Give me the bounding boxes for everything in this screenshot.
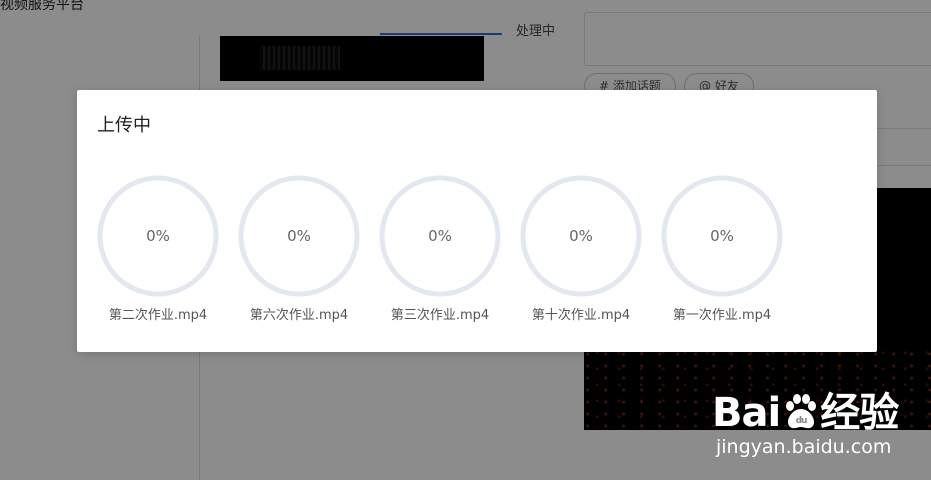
file-name: 第一次作业.mp4 [672, 308, 772, 323]
progress-percent: 0% [428, 227, 452, 245]
progress-percent: 0% [569, 227, 593, 245]
file-name: 第六次作业.mp4 [249, 308, 349, 323]
file-name: 第三次作业.mp4 [390, 308, 490, 323]
progress-percent: 0% [146, 227, 170, 245]
upload-item: 0% 第六次作业.mp4 [238, 175, 360, 323]
progress-percent: 0% [710, 227, 734, 245]
baidu-logo: Bai du 经验 [712, 380, 899, 438]
upload-item: 0% 第十次作业.mp4 [520, 175, 642, 323]
upload-item: 0% 第二次作业.mp4 [97, 175, 219, 323]
watermark-url: jingyan.baidu.com [716, 436, 892, 458]
upload-progress-dialog: 上传中 0% 第二次作业.mp4 0% 第六次作业.mp4 0% 第三次作业.m… [77, 90, 877, 352]
upload-item: 0% 第三次作业.mp4 [379, 175, 501, 323]
file-name: 第二次作业.mp4 [108, 308, 208, 323]
progress-percent: 0% [287, 227, 311, 245]
progress-ring: 0% [661, 175, 783, 297]
logo-text: Bai [712, 390, 781, 436]
baidu-jingyan-watermark: Bai du 经验 jingyan.baidu.com [712, 380, 912, 464]
dialog-title: 上传中 [97, 115, 151, 136]
paw-icon: du [786, 394, 817, 429]
progress-ring: 0% [238, 175, 360, 297]
progress-ring: 0% [520, 175, 642, 297]
upload-list: 0% 第二次作业.mp4 0% 第六次作业.mp4 0% 第三次作业.mp4 0… [97, 175, 783, 323]
progress-ring: 0% [97, 175, 219, 297]
progress-ring: 0% [379, 175, 501, 297]
file-name: 第十次作业.mp4 [531, 308, 631, 323]
upload-item: 0% 第一次作业.mp4 [661, 175, 783, 323]
logo-text-jingyan: 经验 [820, 390, 899, 436]
svg-text:du: du [796, 416, 807, 426]
